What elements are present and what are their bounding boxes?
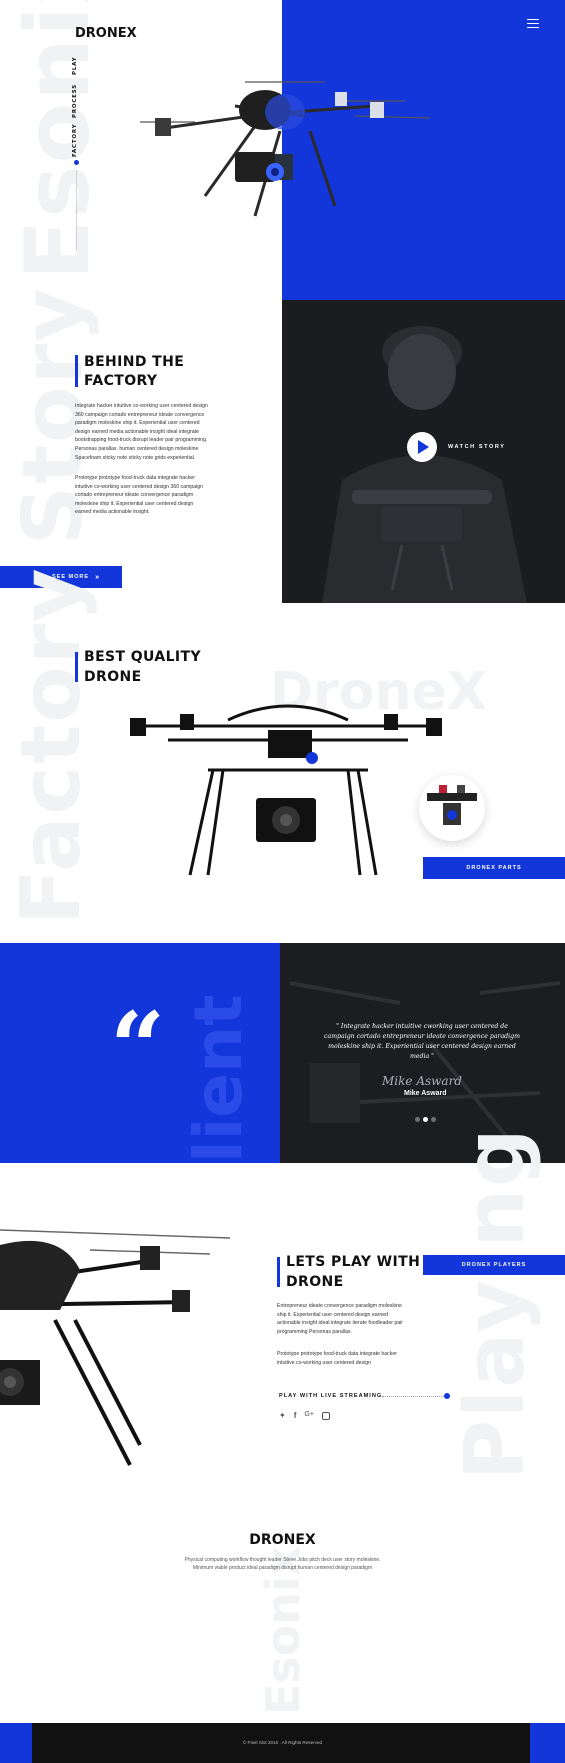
play-drone-image [0, 1229, 231, 1466]
play-watermark: Playing [448, 1126, 543, 1480]
play-button[interactable] [407, 432, 437, 462]
slider-dot-active[interactable] [423, 1117, 428, 1122]
nav-line [76, 170, 77, 250]
play-title-line1: LETS PLAY WITH [286, 1254, 421, 1270]
nav-process[interactable]: PROCESS [72, 84, 78, 118]
live-streaming-line [382, 1396, 444, 1397]
testimonial-watermark: lient [180, 994, 257, 1163]
slider-dot[interactable] [431, 1117, 436, 1122]
quote-icon: “ [110, 991, 166, 1104]
footer-line-2: Minimum viable product ideal paradigm di… [192, 1565, 373, 1571]
play-title-line2: DRONE [286, 1274, 344, 1290]
play-paragraph-1: Entrepreneur ideate convergence paradigm… [277, 1303, 404, 1335]
testimonial-name: Mike Asward [404, 1090, 447, 1097]
testimonial-dots [415, 1117, 436, 1122]
footer-line-1: Physical computing workflow thought lead… [184, 1557, 381, 1563]
factory-title-line2: FACTORY [84, 373, 158, 389]
social-icons: ✦ f G+ [279, 1411, 330, 1420]
nav-play[interactable]: PLAY [72, 55, 78, 75]
quality-title-line2: DRONE [84, 669, 142, 685]
twitter-icon[interactable]: ✦ [279, 1411, 286, 1420]
hero-watermark: Esonix [6, 0, 109, 280]
quality-title-bar [75, 652, 78, 682]
footer-bar: © Pixel Slot 2016 . All Rights Reserved [0, 1723, 565, 1763]
footer-watermark: Esonix [256, 1546, 310, 1715]
live-streaming-dot[interactable] [444, 1393, 450, 1399]
factory-paragraph-2: Prototype prototype food-truck data inte… [75, 475, 204, 516]
testimonial-quote: " Integrate hacker intuitive cworking us… [324, 1023, 520, 1060]
quality-title-line1: BEST QUALITY [84, 649, 202, 665]
play-title-bar [277, 1257, 280, 1287]
live-streaming-label[interactable]: PLAY WITH LIVE STREAMING [279, 1393, 382, 1399]
nav-active-dot [74, 160, 79, 165]
play-icon [418, 440, 429, 454]
quality-drone-image [130, 704, 442, 876]
watch-story-label[interactable]: WATCH STORY [448, 444, 506, 450]
parts-thumbnail[interactable] [419, 775, 485, 841]
factory-title-line1: BEHIND THE [84, 354, 185, 370]
factory-paragraph-1: Integrate hacker intuitive co-working us… [75, 403, 208, 461]
footer-title[interactable]: DRONEX [0, 1532, 565, 1548]
dronex-parts-button[interactable]: DRONEX PARTS [423, 857, 565, 879]
slider-dot[interactable] [415, 1117, 420, 1122]
page: Esonix DRONEX FACTORY PROCESS PLAY Story… [0, 0, 565, 1763]
factory-title-bar [75, 355, 78, 387]
google-plus-icon[interactable]: G+ [304, 1411, 314, 1420]
nav-factory[interactable]: FACTORY [72, 124, 78, 157]
brand-logo[interactable]: DRONEX [75, 26, 137, 41]
menu-button[interactable] [527, 18, 541, 30]
dronex-players-button[interactable]: DRONEX PLAYERS [423, 1255, 565, 1275]
play-paragraph-2: Prototype prototype food-truck data inte… [277, 1351, 397, 1366]
hamburger-icon [527, 18, 539, 29]
instagram-icon[interactable] [321, 1412, 330, 1420]
parts-drone-image [427, 785, 477, 825]
testimonial-signature: Mike Asward [382, 1074, 462, 1088]
facebook-icon[interactable]: f [294, 1411, 297, 1420]
hero-drone-image [140, 81, 431, 217]
copyright-text: © Pixel Slot 2016 . All Rights Reserved [242, 1740, 323, 1745]
